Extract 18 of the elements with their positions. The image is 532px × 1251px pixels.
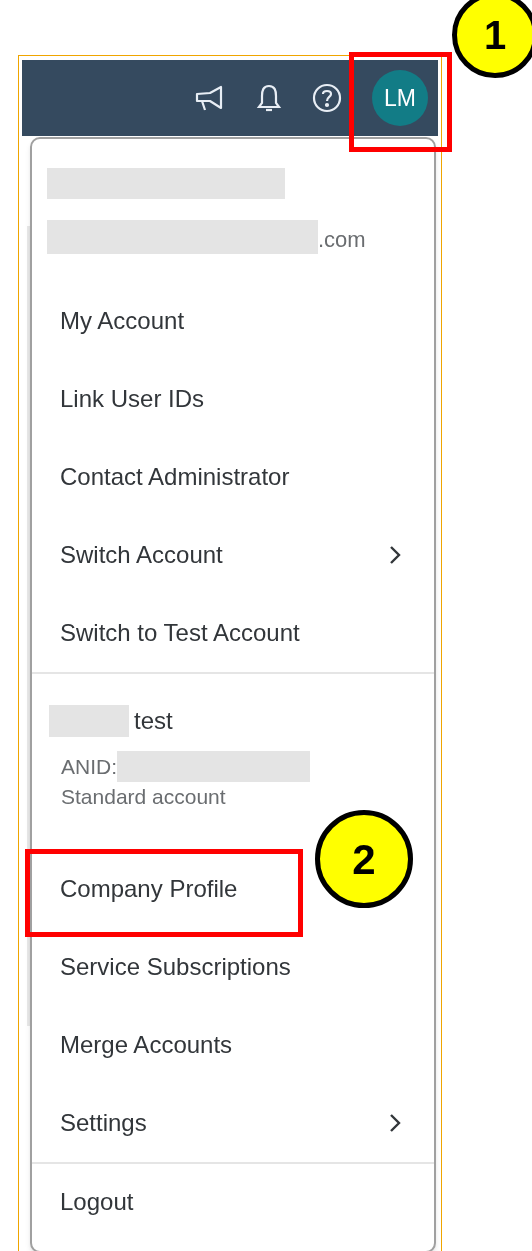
step-marker: 1	[452, 0, 532, 78]
menu-item[interactable]: Contact Administrator	[32, 438, 294, 516]
menu-item[interactable]: Link User IDs	[32, 360, 209, 438]
account-type: Standard account	[60, 783, 227, 810]
avatar[interactable]: LM	[372, 70, 428, 126]
anid-label: ANID:	[61, 754, 117, 780]
menu-item[interactable]: My Account	[32, 282, 189, 360]
account-name: test	[134, 706, 173, 736]
help-icon[interactable]	[312, 83, 342, 113]
email-domain: .com	[318, 226, 366, 254]
menu-item[interactable]: Settings	[32, 1084, 434, 1162]
menu-item[interactable]: Company Profile	[32, 850, 242, 928]
menu-item[interactable]: Service Subscriptions	[32, 928, 295, 1006]
menu-item[interactable]: Switch Account	[32, 516, 434, 594]
menu-item[interactable]: Merge Accounts	[32, 1006, 237, 1084]
bell-icon[interactable]	[256, 83, 282, 113]
menu-item[interactable]: Switch to Test Account	[32, 594, 304, 672]
logout-item[interactable]: Logout	[32, 1162, 434, 1240]
